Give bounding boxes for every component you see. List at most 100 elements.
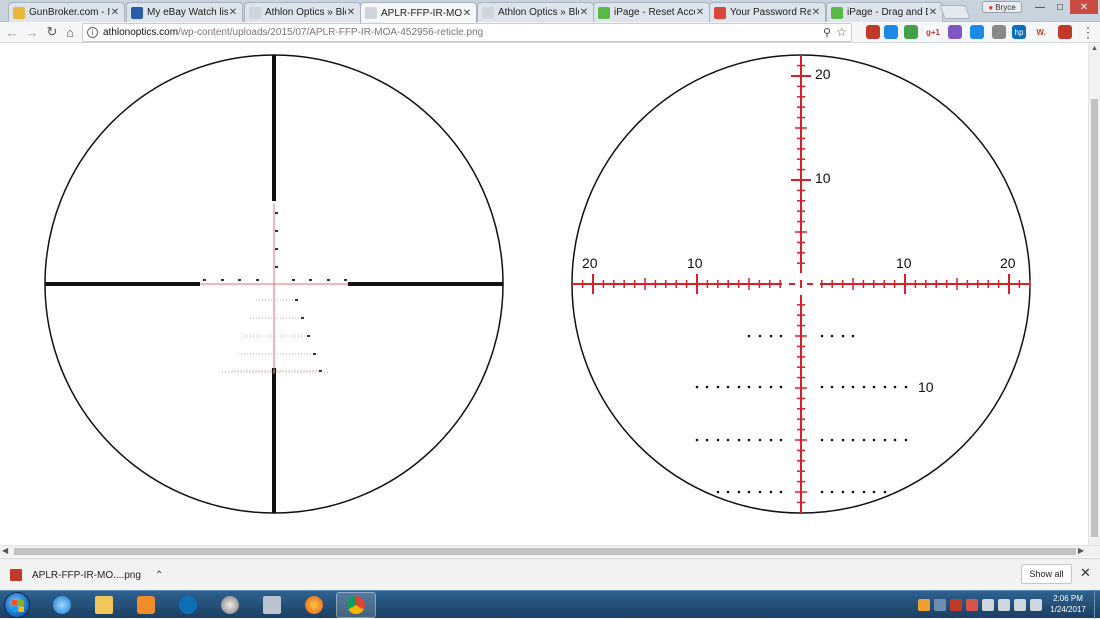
pdf-tray-icon[interactable] [966, 599, 978, 611]
skype-icon[interactable] [884, 25, 898, 39]
reticle-left-upper-hash [275, 230, 278, 232]
globe-icon[interactable] [970, 25, 984, 39]
taskbar-chrome[interactable] [336, 592, 376, 618]
volume-icon[interactable] [1014, 599, 1026, 611]
reticle-right-holdover-dot [769, 438, 773, 442]
taskbar-hp[interactable] [168, 592, 208, 618]
tab-3[interactable]: Athlon Optics » Blog✕ [244, 2, 361, 22]
taskbar-ie[interactable] [42, 592, 82, 618]
close-window-button[interactable]: ✕ [1070, 0, 1098, 14]
reticle-right-holdover-dot [758, 334, 762, 338]
maximize-button[interactable]: □ [1050, 0, 1070, 14]
info-icon[interactable]: i [87, 27, 98, 38]
tab-favicon-icon [365, 7, 377, 19]
minimize-button[interactable]: — [1030, 0, 1050, 14]
reticle-right-holdover-dot [716, 490, 720, 494]
taskbar-clock[interactable]: 2:06 PM 1/24/2017 [1040, 593, 1096, 615]
network-icon[interactable] [998, 599, 1010, 611]
profile-button[interactable]: ● Bryce [982, 1, 1022, 13]
reticle-right-label-hl20: 20 [582, 255, 598, 271]
adblock-icon[interactable] [866, 25, 880, 39]
reticle-right-label-hr20: 20 [1000, 255, 1016, 271]
reticle-right-holdover-dot [779, 490, 783, 494]
reticle-right-holdover-dot [883, 490, 887, 494]
scroll-left-icon[interactable]: ◀ [2, 546, 8, 555]
tab-4[interactable]: APLR-FFP-IR-MOA-✕ [360, 2, 477, 23]
horizontal-scrollbar[interactable]: ◀ ▶ [0, 545, 1100, 557]
reticle-right-holdover-dot [747, 438, 751, 442]
reticle-right-holdover-dot [841, 438, 845, 442]
reticle-right-holdover-dot [883, 385, 887, 389]
taskbar-disc[interactable] [210, 592, 250, 618]
w-icon[interactable]: W. [1034, 25, 1048, 39]
taskbar-media[interactable] [126, 592, 166, 618]
vertical-scrollbar[interactable]: ▲ [1088, 44, 1100, 545]
tab-2[interactable]: My eBay Watch list ✕ [126, 2, 243, 22]
reticle-right-holdover-dot [758, 490, 762, 494]
pen-icon[interactable] [948, 25, 962, 39]
tab-8[interactable]: iPage - Drag and Dr ✕ [826, 2, 943, 22]
tab-close-icon[interactable]: ✕ [110, 7, 120, 18]
tab-close-icon[interactable]: ✕ [462, 8, 472, 19]
windows-taskbar: 2:06 PM 1/24/2017 [0, 590, 1100, 619]
tab-close-icon[interactable]: ✕ [346, 7, 356, 18]
tab-6[interactable]: iPage - Reset Accou✕ [593, 2, 710, 22]
forward-button[interactable]: → [24, 24, 40, 40]
tab-favicon-icon [714, 6, 726, 19]
reticle-right-holdover-dot [705, 438, 709, 442]
battery-icon[interactable] [982, 599, 994, 611]
reticle-right-holdover-dot [820, 334, 824, 338]
lastpass-tray-icon[interactable] [950, 599, 962, 611]
taskbar-firefox[interactable] [294, 592, 334, 618]
tab-5[interactable]: Athlon Optics » Blog✕ [477, 2, 594, 22]
tab-close-icon[interactable]: ✕ [695, 7, 705, 18]
back-button[interactable]: ← [4, 24, 20, 40]
home-button[interactable]: ⌂ [62, 24, 78, 40]
person-icon[interactable] [992, 25, 1006, 39]
tab-title: iPage - Reset Accou [614, 7, 695, 18]
scroll-up-icon[interactable]: ▲ [1091, 45, 1098, 52]
address-bar[interactable]: i athlonoptics.com /wp-content/uploads/2… [82, 23, 852, 42]
tab-7[interactable]: Your Password Rese✕ [709, 2, 826, 22]
new-tab-button[interactable] [939, 5, 971, 19]
gplus-icon[interactable]: g+1 [926, 25, 940, 39]
taskbar-laptop[interactable] [252, 592, 292, 618]
reticle-right-holdover-dot [705, 385, 709, 389]
show-all-button[interactable]: Show all [1021, 564, 1072, 584]
chevron-up-icon[interactable]: ⌃ [155, 570, 163, 581]
tab-1[interactable]: GunBroker.com - Ite ✕ [8, 2, 125, 22]
hp-icon[interactable]: hp [1012, 25, 1026, 39]
chrome-menu-icon[interactable]: ⋮ [1081, 24, 1095, 40]
bookmark-star-icon[interactable]: ☆ [836, 25, 847, 39]
start-button[interactable] [4, 592, 30, 618]
reticle-right-holdover-dot [872, 385, 876, 389]
download-item[interactable]: APLR-FFP-IR-MO....png ⌃ [10, 566, 163, 584]
tab-strip: GunBroker.com - Ite ✕ My eBay Watch list ✕ A… [0, 0, 1100, 23]
close-shelf-icon[interactable]: ✕ [1080, 565, 1091, 581]
zoom-icon[interactable]: ⚲ [823, 26, 831, 39]
evernote-icon[interactable] [904, 25, 918, 39]
reticle-right-label-holdover10: 10 [918, 379, 934, 395]
tab-close-icon[interactable]: ✕ [228, 7, 238, 18]
reticle-right-holdover-dot [830, 385, 834, 389]
reticle-left-horizontal-hash [238, 279, 241, 281]
tab-close-icon[interactable]: ✕ [579, 7, 589, 18]
reticle-right-holdover-dot [779, 438, 783, 442]
tray-chevron-icon[interactable] [934, 599, 946, 611]
url-path: /wp-content/uploads/2015/07/APLR-FFP-IR-… [178, 27, 484, 38]
horizontal-scroll-thumb[interactable] [14, 548, 1076, 555]
tab-close-icon[interactable]: ✕ [928, 7, 938, 18]
reload-button[interactable]: ↻ [44, 24, 60, 40]
reticle-right-holdover-dot [769, 490, 773, 494]
alert-icon[interactable] [918, 599, 930, 611]
reticle-left-horizontal-hash [203, 279, 206, 281]
reticle-left-horizontal-hash [327, 279, 330, 281]
tab-favicon-icon [131, 6, 143, 19]
vertical-scroll-thumb[interactable] [1091, 99, 1098, 537]
lastpass-icon[interactable] [1058, 25, 1072, 39]
taskbar-explorer[interactable] [84, 592, 124, 618]
tab-close-icon[interactable]: ✕ [811, 7, 821, 18]
show-desktop-button[interactable] [1094, 591, 1100, 619]
scroll-right-icon[interactable]: ▶ [1078, 546, 1084, 555]
reticle-left-horizontal-hash [221, 279, 224, 281]
